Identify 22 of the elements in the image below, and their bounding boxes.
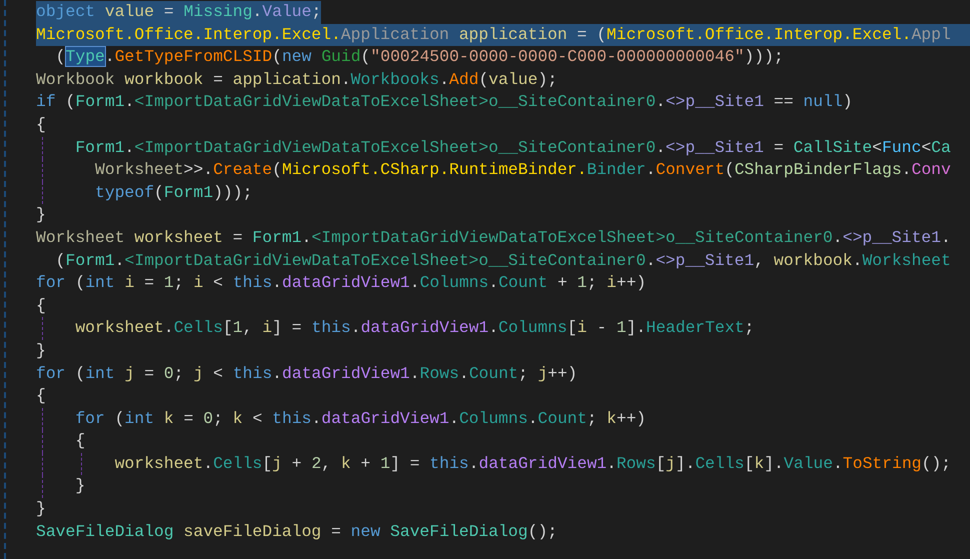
code-line: { xyxy=(74,430,86,452)
code-line: Worksheet>>.Create(Microsoft.CSharp.RuntimeBinder.Binder.Convert(CSharpBinderFlags.Conv xyxy=(94,159,951,182)
code-line: worksheet.Cells[1, i] = this.dataGridView1.Columns[i - 1].HeaderText; xyxy=(74,317,754,340)
code-line: { xyxy=(36,114,46,136)
code-line: if (Form1.<ImportDataGridViewDataToExcelSheet>o__SiteContainer0.<>p__Site1 == null) xyxy=(36,91,852,114)
code-line: for (int k = 0; k < this.dataGridView1.Columns.Count; k++) xyxy=(74,408,646,430)
code-line: SaveFileDialog saveFileDialog = new SaveFileDialog(); xyxy=(36,520,558,543)
code-line: } xyxy=(36,498,46,520)
code-line: for (int j = 0; j < this.dataGridView1.Rows.Count; j++) xyxy=(36,362,578,384)
code-line: typeof(Form1))); xyxy=(94,182,252,204)
code-line: (Form1.<ImportDataGridViewDataToExcelSheet>o__SiteContainer0.<>p__Site1, workbook.Worksheet xyxy=(54,250,951,272)
code-line: } xyxy=(74,475,86,498)
code-line: } xyxy=(36,340,46,362)
code-line: { xyxy=(36,385,46,408)
code-line: { xyxy=(36,294,46,317)
code-line: worksheet.Cells[j + 2, k + 1] = this.dataGridView1.Rows[j].Cells[k].Value.ToString(); xyxy=(114,452,952,475)
code-line: } xyxy=(36,204,46,226)
code-line: Form1.<ImportDataGridViewDataToExcelSheet>o__SiteContainer0.<>p__Site1 = CallSite<Func<Ca xyxy=(74,136,951,159)
code-line: (Type.GetTypeFromCLSID(new Guid("00024500-0000-0000-C000-000000000046"))); xyxy=(54,46,784,68)
code-line: Workbook workbook = application.Workbooks.Add(value); xyxy=(36,68,558,91)
code-line: Worksheet worksheet = Form1.<ImportDataGridViewDataToExcelSheet>o__SiteContainer0.<>p__Site1. xyxy=(36,226,951,249)
code-line: for (int i = 1; i < this.dataGridView1.Columns.Count + 1; i++) xyxy=(36,272,646,294)
